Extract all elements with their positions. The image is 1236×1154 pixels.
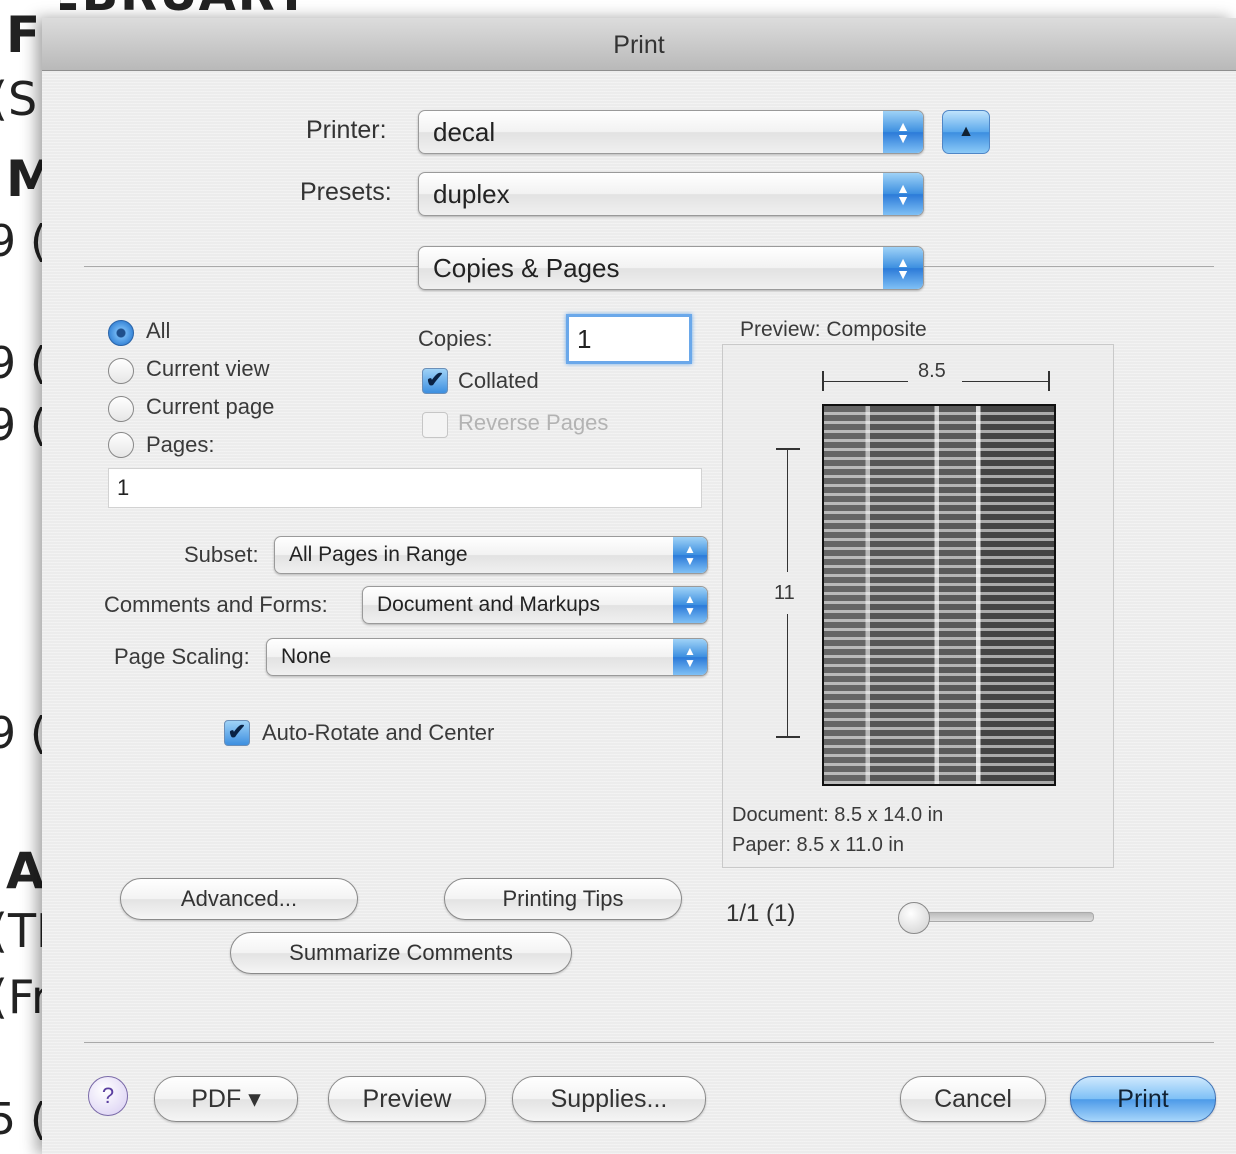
presets-label: Presets: (300, 178, 392, 206)
page-scaling-popup[interactable]: None ▲ ▼ (266, 638, 708, 676)
print-button[interactable]: Print (1070, 1076, 1216, 1122)
radio-pages-label: Pages: (146, 432, 215, 457)
page-preview-thumbnail (822, 404, 1056, 786)
radio-all[interactable] (108, 320, 134, 346)
printer-popup[interactable]: decal ▲ ▼ (418, 110, 924, 154)
comments-forms-popup[interactable]: Document and Markups ▲ ▼ (362, 586, 708, 624)
advanced-button[interactable]: Advanced... (120, 878, 358, 920)
printer-value: decal (433, 117, 496, 147)
reverse-pages-checkbox[interactable] (422, 412, 448, 438)
auto-rotate-label: Auto-Rotate and Center (262, 720, 495, 745)
checkmark-icon: ✔ (227, 719, 247, 744)
height-dimension-tick (776, 736, 800, 738)
popup-arrows-icon: ▲ ▼ (673, 537, 707, 573)
width-dimension-label: 8.5 (918, 360, 946, 382)
section-popup[interactable]: Copies & Pages ▲ ▼ (418, 246, 924, 290)
radio-current-view-label: Current view (146, 356, 270, 381)
height-dimension-line (787, 614, 788, 736)
popup-arrows-icon: ▲ ▼ (673, 639, 707, 675)
reverse-pages-label: Reverse Pages (458, 410, 609, 435)
page-slider-track[interactable] (904, 912, 1094, 922)
preview-title: Preview: Composite (740, 318, 927, 341)
popup-arrows-icon: ▲ ▼ (883, 247, 923, 289)
disclosure-triangle-button[interactable]: ▲ (942, 110, 990, 154)
auto-rotate-checkbox[interactable]: ✔ (224, 720, 250, 746)
bg-fragment: A (6, 842, 45, 900)
help-button[interactable]: ? (88, 1076, 128, 1116)
printing-tips-button[interactable]: Printing Tips (444, 878, 682, 920)
comments-forms-value: Document and Markups (377, 593, 600, 616)
radio-current-page[interactable] (108, 396, 134, 422)
page-slider-knob[interactable] (898, 902, 930, 934)
collated-label: Collated (458, 368, 539, 393)
width-dimension-line (962, 381, 1048, 382)
page-scaling-label: Page Scaling: (114, 644, 250, 669)
bottom-separator (84, 1042, 1214, 1043)
subset-popup[interactable]: All Pages in Range ▲ ▼ (274, 536, 708, 574)
supplies-button[interactable]: Supplies... (512, 1076, 706, 1122)
cancel-button[interactable]: Cancel (900, 1076, 1046, 1122)
pdf-menu-button[interactable]: PDF ▾ (154, 1076, 298, 1122)
height-dimension-label: 11 (774, 582, 795, 604)
radio-all-label: All (146, 318, 171, 343)
preview-button[interactable]: Preview (328, 1076, 486, 1122)
dialog-title: Print (42, 18, 1236, 71)
copies-input[interactable]: 1 (566, 314, 692, 364)
printer-label: Printer: (306, 116, 387, 144)
question-mark-icon: ? (101, 1083, 115, 1108)
section-value: Copies & Pages (433, 253, 620, 283)
pages-range-input[interactable]: 1 (108, 468, 702, 508)
bg-fragment: F (6, 6, 41, 64)
subset-label: Subset: (184, 542, 259, 567)
page-scaling-value: None (281, 645, 332, 668)
width-dimension-line (824, 381, 908, 382)
summarize-comments-button[interactable]: Summarize Comments (230, 932, 572, 974)
presets-value: duplex (433, 179, 510, 209)
page-counter: 1/1 (1) (726, 900, 796, 927)
height-dimension-tick (776, 448, 800, 450)
checkmark-icon: ✔ (425, 367, 445, 392)
presets-popup[interactable]: duplex ▲ ▼ (418, 172, 924, 216)
radio-current-view[interactable] (108, 358, 134, 384)
popup-arrows-icon: ▲ ▼ (673, 587, 707, 623)
comments-forms-label: Comments and Forms: (104, 592, 328, 617)
copies-label: Copies: (418, 326, 493, 351)
document-size: Document: 8.5 x 14.0 in (732, 804, 944, 826)
triangle-up-icon: ▲ (958, 123, 974, 140)
subset-value: All Pages in Range (289, 543, 468, 566)
collated-checkbox[interactable]: ✔ (422, 368, 448, 394)
paper-size: Paper: 8.5 x 11.0 in (732, 834, 904, 856)
popup-arrows-icon: ▲ ▼ (883, 111, 923, 153)
print-dialog: Print Printer: decal ▲ ▼ ▲ Presets: duple… (42, 18, 1236, 1154)
bg-fragment: (S (0, 72, 38, 126)
radio-pages[interactable] (108, 432, 134, 458)
popup-arrows-icon: ▲ ▼ (883, 173, 923, 215)
radio-current-page-label: Current page (146, 394, 275, 419)
height-dimension-line (787, 450, 788, 572)
width-dimension-tick (1048, 371, 1050, 391)
